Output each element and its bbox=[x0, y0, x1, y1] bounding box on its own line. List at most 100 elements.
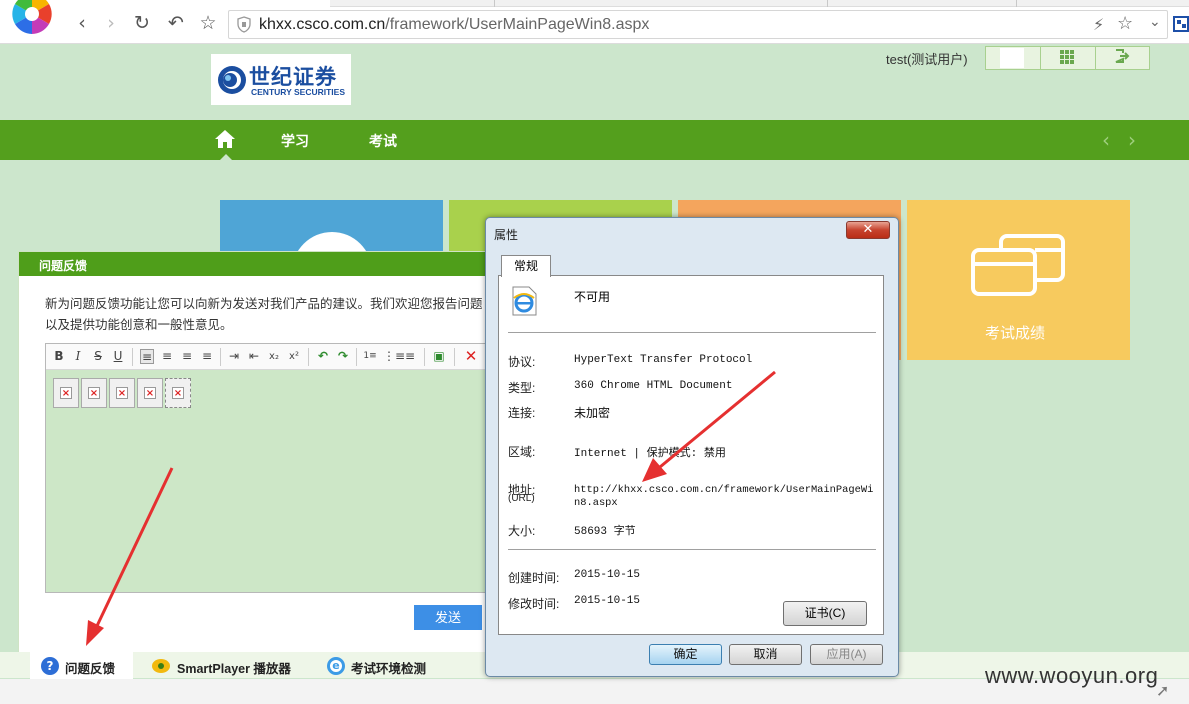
tile-score[interactable]: 考试成绩 bbox=[907, 200, 1130, 360]
created-value: 2015-10-15 bbox=[574, 569, 641, 581]
bottom-item-env-check[interactable]: 考试环境检测 bbox=[351, 658, 426, 677]
star-icon[interactable]: ☆ bbox=[197, 12, 219, 34]
broken-image-icon[interactable]: × bbox=[137, 378, 163, 408]
chevron-down-icon[interactable]: ⌄ bbox=[1149, 14, 1161, 30]
bold-button[interactable]: B bbox=[52, 349, 66, 364]
ie-document-icon bbox=[509, 286, 539, 316]
delete-icon[interactable]: ✕ bbox=[464, 349, 478, 364]
url-text[interactable]: khxx.csco.com.cn/framework/UserMainPageW… bbox=[259, 16, 649, 34]
feedback-description: 新为问题反馈功能让您可以向新为发送对我们产品的建议。我们欢迎您报告问题以及提供功… bbox=[45, 297, 483, 332]
bookmark-star-icon[interactable]: ☆ bbox=[1117, 13, 1133, 34]
close-button[interactable]: ✕ bbox=[846, 221, 890, 239]
divider bbox=[508, 332, 876, 333]
superscript-icon[interactable]: x² bbox=[287, 349, 301, 364]
redo-icon[interactable]: ↷ bbox=[336, 349, 350, 364]
feedback-title: 问题反馈 bbox=[39, 259, 88, 273]
align-right-icon[interactable]: ≡ bbox=[180, 349, 194, 364]
justify-icon[interactable]: ≡ bbox=[200, 349, 214, 364]
type-label: 类型: bbox=[508, 381, 536, 395]
broken-image-icon[interactable]: × bbox=[165, 378, 191, 408]
pin-icon: ➚ bbox=[1156, 681, 1170, 700]
bottom-item-feedback[interactable]: 问题反馈 bbox=[65, 658, 115, 677]
connection-value: 未加密 bbox=[574, 406, 611, 420]
cancel-button[interactable]: 取消 bbox=[729, 644, 802, 665]
tab-separator bbox=[827, 0, 828, 7]
align-left-icon[interactable]: ≡ bbox=[140, 349, 154, 364]
home-icon[interactable] bbox=[214, 129, 236, 149]
underline-button[interactable]: U bbox=[111, 349, 125, 364]
toolbar-separator bbox=[454, 348, 455, 366]
subscript-icon[interactable]: x₂ bbox=[267, 349, 281, 364]
site-logo[interactable]: 世纪证券 CENTURY SECURITIES bbox=[211, 54, 351, 105]
player-icon bbox=[151, 658, 171, 674]
protocol-value: HyperText Transfer Protocol bbox=[574, 354, 753, 366]
nav-exam[interactable]: 考试 bbox=[369, 131, 397, 151]
tile-score-label: 考试成绩 bbox=[985, 325, 1046, 342]
bottom-item-player[interactable]: SmartPlayer 播放器 bbox=[177, 658, 291, 677]
connection-label: 连接: bbox=[508, 406, 536, 420]
outdent-icon[interactable]: ⇤ bbox=[247, 349, 261, 364]
broken-image-icon[interactable]: × bbox=[109, 378, 135, 408]
toolbar-separator bbox=[424, 348, 425, 366]
tab-separator bbox=[494, 0, 495, 7]
size-value: 58693 字节 bbox=[574, 526, 636, 538]
chevron-right-icon[interactable]: › bbox=[1128, 128, 1136, 152]
modified-label: 修改时间: bbox=[508, 597, 560, 611]
blank-tool-button[interactable] bbox=[1000, 48, 1024, 68]
logout-icon[interactable] bbox=[1114, 48, 1130, 64]
toolbar-separator bbox=[356, 348, 357, 366]
address-line-1: http://khxx.csco.com.cn/framework/UserMa… bbox=[574, 484, 874, 496]
nav-study[interactable]: 学习 bbox=[281, 131, 309, 151]
broken-image-icon[interactable]: × bbox=[81, 378, 107, 408]
address-line-2: n8.aspx bbox=[574, 497, 618, 509]
ordered-list-icon[interactable]: 1≡ bbox=[363, 349, 377, 364]
toolbar-separator bbox=[220, 348, 221, 366]
bullet-list-icon[interactable]: ⋮≡ bbox=[383, 349, 405, 364]
lightning-icon[interactable]: ⚡ bbox=[1093, 15, 1104, 34]
apply-button[interactable]: 应用(A) bbox=[810, 644, 883, 665]
feedback-header: 问题反馈 bbox=[19, 252, 489, 276]
strike-button[interactable]: S bbox=[91, 349, 105, 364]
properties-dialog: 属性 ✕ 常规 不可用 协议: HyperText Transfer Proto… bbox=[485, 217, 899, 677]
broken-image-icon[interactable]: × bbox=[53, 378, 79, 408]
certificate-button[interactable]: 证书(C) bbox=[783, 601, 867, 626]
size-label: 大小: bbox=[508, 524, 536, 538]
rich-text-editor[interactable]: B I S U ≡ ≡ ≡ ≡ ⇥ ⇤ x₂ x² ↶ ↷ 1≡ ⋮≡ ≡ ▣ … bbox=[45, 343, 496, 593]
align-center-icon[interactable]: ≡ bbox=[160, 349, 174, 364]
indent-icon[interactable]: ⇥ bbox=[227, 349, 241, 364]
protocol-label: 协议: bbox=[508, 355, 536, 369]
cards-icon bbox=[971, 234, 1065, 296]
image-icon[interactable]: ▣ bbox=[432, 349, 446, 364]
type-value: 360 Chrome HTML Document bbox=[574, 380, 733, 392]
ie-icon: e bbox=[327, 657, 345, 675]
tab-general[interactable]: 常规 bbox=[501, 255, 551, 277]
modified-value: 2015-10-15 bbox=[574, 595, 641, 607]
watermark: www.wooyun.org bbox=[985, 663, 1159, 688]
ok-button[interactable]: 确定 bbox=[649, 644, 722, 665]
user-tools bbox=[985, 46, 1150, 70]
chevron-left-icon[interactable]: ‹ bbox=[1102, 128, 1110, 152]
century-logo-icon bbox=[218, 66, 246, 94]
undo-icon[interactable]: ↶ bbox=[316, 349, 330, 364]
feedback-panel: 问题反馈 新为问题反馈功能让您可以向新为发送对我们产品的建议。我们欢迎您报告问题… bbox=[18, 251, 496, 655]
undo-icon[interactable]: ↶ bbox=[165, 12, 187, 34]
line-spacing-icon[interactable]: ≡ bbox=[403, 349, 417, 364]
divider bbox=[1040, 47, 1041, 69]
zone-label: 区域: bbox=[508, 445, 536, 459]
address-bar[interactable]: khxx.csco.com.cn/framework/UserMainPageW… bbox=[228, 10, 1168, 39]
italic-button[interactable]: I bbox=[71, 349, 85, 364]
refresh-icon[interactable]: ↻ bbox=[131, 12, 153, 34]
logo-en-text: CENTURY SECURITIES bbox=[251, 87, 345, 97]
qrcode-icon[interactable] bbox=[1173, 15, 1189, 33]
grid-icon[interactable] bbox=[1060, 49, 1074, 64]
help-icon: ? bbox=[41, 657, 59, 675]
forward-icon[interactable]: › bbox=[100, 12, 122, 34]
zone-value: Internet | 保护模式: 禁用 bbox=[574, 448, 726, 460]
back-icon[interactable]: ‹ bbox=[71, 12, 93, 34]
header-value: 不可用 bbox=[574, 290, 611, 304]
tab-separator bbox=[1016, 0, 1017, 7]
send-button[interactable]: 发送 bbox=[414, 605, 482, 630]
address-label-url: (URL) bbox=[508, 493, 535, 504]
current-user[interactable]: test(测试用户) bbox=[886, 49, 968, 68]
browser-logo-icon[interactable] bbox=[9, 0, 55, 34]
